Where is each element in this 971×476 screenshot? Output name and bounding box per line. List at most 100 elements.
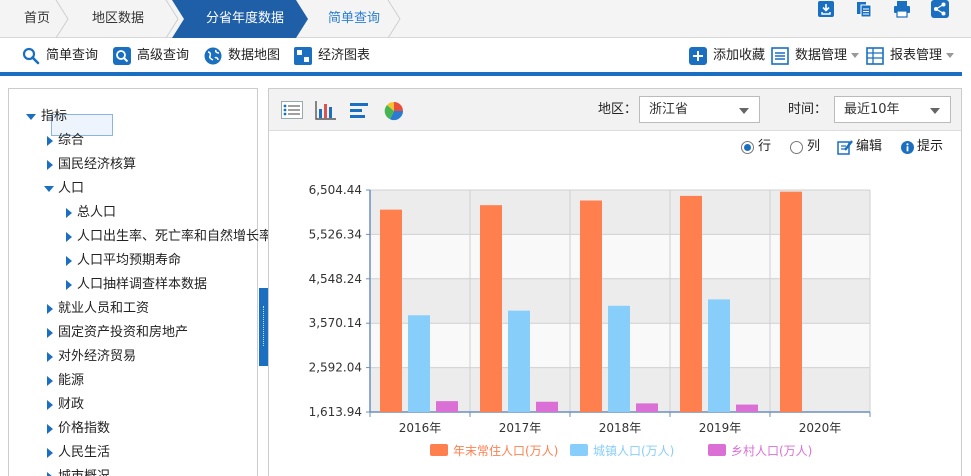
tree-item-total-population[interactable]: 总人口 bbox=[77, 203, 116, 223]
row-radio[interactable]: 行 bbox=[741, 138, 775, 156]
tree-item-fixed-investment[interactable]: 固定资产投资和房地产 bbox=[58, 323, 188, 343]
data-manage-label: 数据管理 bbox=[795, 38, 860, 74]
tree-item-finance[interactable]: 财政 bbox=[58, 395, 84, 415]
tree-item-population[interactable]: 人口 bbox=[58, 179, 84, 199]
radio-unchecked-icon bbox=[790, 141, 803, 154]
bar-series-2[interactable] bbox=[408, 315, 430, 412]
edit-button[interactable]: 编辑 bbox=[837, 138, 887, 156]
bar-series-1[interactable] bbox=[680, 195, 702, 412]
y-tick-label: 4,548.24 bbox=[309, 272, 362, 286]
bar-chart-icon[interactable] bbox=[315, 100, 337, 120]
legend-label-3[interactable]: 乡村人口(万人) bbox=[731, 444, 812, 458]
column-radio[interactable]: 列 bbox=[790, 138, 824, 156]
tree-item-general[interactable]: 综合 bbox=[58, 131, 84, 151]
economic-chart-label: 经济图表 bbox=[318, 48, 371, 63]
copy-icon[interactable] bbox=[855, 0, 873, 18]
simple-query-button[interactable]: 简单查询 bbox=[22, 38, 102, 74]
caret-down-icon[interactable] bbox=[44, 186, 54, 192]
add-favorite-button[interactable]: 添加收藏 bbox=[689, 38, 765, 74]
y-tick-label: 3,570.14 bbox=[309, 316, 362, 330]
chevron-down-icon bbox=[851, 53, 860, 58]
legend-swatch-2[interactable] bbox=[570, 444, 588, 456]
caret-down-icon[interactable] bbox=[26, 114, 36, 120]
breadcrumb-home[interactable]: 首页 bbox=[24, 0, 50, 38]
column-radio-label: 列 bbox=[807, 139, 821, 154]
economic-chart-button[interactable]: 经济图表 bbox=[294, 38, 374, 74]
tree-item-national-accounts[interactable]: 国民经济核算 bbox=[58, 155, 136, 175]
time-select[interactable]: 最近10年 bbox=[834, 96, 951, 123]
legend-label-2[interactable]: 城镇人口(万人) bbox=[593, 444, 674, 458]
bar-series-3[interactable] bbox=[736, 404, 758, 412]
caret-right-icon[interactable] bbox=[47, 136, 53, 146]
region-select[interactable]: 浙江省 bbox=[639, 96, 760, 123]
time-label: 时间： bbox=[788, 102, 828, 117]
caret-right-icon[interactable] bbox=[47, 424, 53, 434]
bar-series-3[interactable] bbox=[436, 401, 458, 412]
row-radio-label: 行 bbox=[758, 139, 772, 154]
tip-label: 提示 bbox=[917, 139, 944, 154]
x-tick-label: 2017年 bbox=[499, 421, 542, 435]
advanced-query-button[interactable]: 高级查询 bbox=[113, 38, 193, 74]
caret-right-icon[interactable] bbox=[47, 328, 53, 338]
breadcrumb-provincial-annual[interactable]: 分省年度数据 bbox=[206, 0, 284, 38]
report-manage-label: 报表管理 bbox=[890, 38, 955, 74]
y-tick-label: 6,504.44 bbox=[309, 183, 362, 197]
population-bar-chart: 1,613.94 2,592.04 3,570.14 4,548.24 5,526.34… bbox=[309, 183, 871, 458]
caret-right-icon[interactable] bbox=[66, 280, 72, 290]
bar-series-1[interactable] bbox=[580, 200, 602, 412]
bar-series-3[interactable] bbox=[636, 403, 658, 412]
bar-series-2[interactable] bbox=[608, 305, 630, 412]
breadcrumb-regional-data[interactable]: 地区数据 bbox=[92, 0, 144, 38]
caret-right-icon[interactable] bbox=[47, 160, 53, 170]
caret-right-icon[interactable] bbox=[47, 304, 53, 314]
tree-item-sample-survey[interactable]: 人口抽样调查样本数据 bbox=[77, 275, 207, 295]
tree-item-living-standards[interactable]: 人民生活 bbox=[58, 443, 110, 463]
time-select-value: 最近10年 bbox=[844, 102, 900, 117]
panel-splitter-handle[interactable] bbox=[259, 288, 268, 366]
legend-swatch-1[interactable] bbox=[430, 444, 448, 456]
download-icon[interactable] bbox=[817, 0, 835, 18]
tree-item-energy[interactable]: 能源 bbox=[58, 371, 84, 391]
tip-button[interactable]: 提示 bbox=[901, 138, 945, 156]
region-select-value: 浙江省 bbox=[649, 102, 689, 117]
simple-query-label: 简单查询 bbox=[46, 48, 99, 63]
share-icon[interactable] bbox=[931, 0, 949, 18]
chart-icon bbox=[294, 47, 312, 65]
caret-right-icon[interactable] bbox=[47, 472, 53, 476]
plus-icon bbox=[689, 47, 707, 65]
y-tick-label: 1,613.94 bbox=[309, 405, 362, 419]
tree-item-life-expectancy[interactable]: 人口平均预期寿命 bbox=[77, 251, 181, 271]
tree-item-city-overview[interactable]: 城市概况 bbox=[58, 467, 110, 476]
report-manage-button[interactable]: 报表管理 bbox=[866, 38, 956, 74]
legend-label-1[interactable]: 年末常住人口(万人) bbox=[453, 444, 558, 458]
bar-series-1[interactable] bbox=[480, 205, 502, 412]
region-label: 地区： bbox=[598, 102, 638, 117]
caret-right-icon[interactable] bbox=[66, 256, 72, 266]
caret-right-icon[interactable] bbox=[47, 352, 53, 362]
tree-item-birth-death-rate[interactable]: 人口出生率、死亡率和自然增长率 bbox=[77, 227, 272, 247]
bar-series-1[interactable] bbox=[380, 209, 402, 412]
pie-chart-icon[interactable] bbox=[384, 101, 404, 121]
table-view-icon[interactable] bbox=[281, 101, 303, 119]
caret-right-icon[interactable] bbox=[47, 400, 53, 410]
print-icon[interactable] bbox=[893, 0, 911, 18]
bar-series-2[interactable] bbox=[708, 299, 730, 412]
horizontal-bar-icon[interactable] bbox=[349, 101, 371, 119]
caret-right-icon[interactable] bbox=[47, 448, 53, 458]
tree-root-indicators[interactable]: 指标 bbox=[41, 107, 67, 127]
caret-right-icon[interactable] bbox=[66, 232, 72, 242]
bar-series-3[interactable] bbox=[536, 401, 558, 412]
x-tick-label: 2019年 bbox=[699, 421, 742, 435]
bar-series-1[interactable] bbox=[780, 191, 802, 412]
caret-right-icon[interactable] bbox=[47, 376, 53, 386]
data-map-button[interactable]: 数据地图 bbox=[204, 38, 284, 74]
legend-swatch-3[interactable] bbox=[708, 444, 726, 456]
tree-item-foreign-trade[interactable]: 对外经济贸易 bbox=[58, 347, 136, 367]
data-manage-button[interactable]: 数据管理 bbox=[771, 38, 860, 74]
bar-series-2[interactable] bbox=[508, 310, 530, 412]
chevron-down-icon bbox=[930, 108, 940, 114]
caret-right-icon[interactable] bbox=[66, 208, 72, 218]
tree-item-price-index[interactable]: 价格指数 bbox=[58, 419, 110, 439]
advanced-search-icon bbox=[113, 47, 131, 65]
tree-item-employment-wages[interactable]: 就业人员和工资 bbox=[58, 299, 149, 319]
